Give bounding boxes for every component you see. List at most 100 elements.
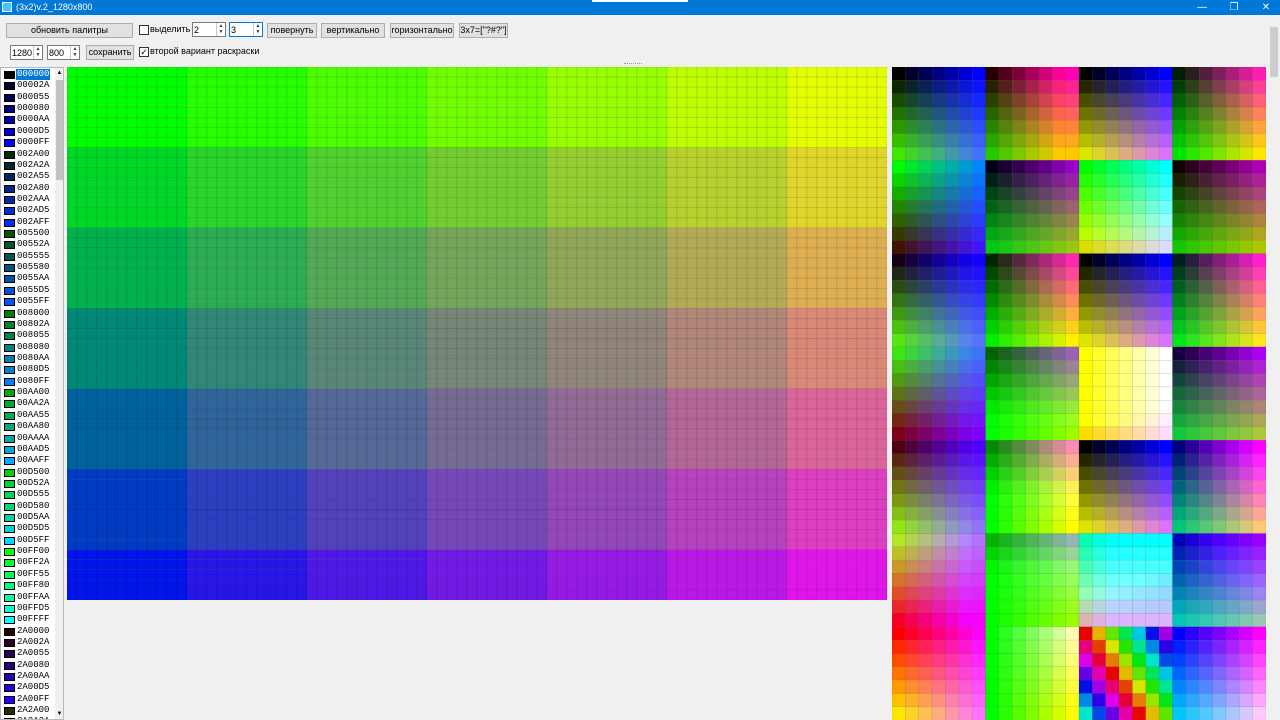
color-cell[interactable] [816, 288, 828, 299]
color-cell[interactable] [456, 559, 468, 571]
color-cell[interactable] [396, 257, 408, 269]
color-cell[interactable] [676, 288, 688, 299]
color-cell[interactable] [686, 117, 698, 128]
color-cell[interactable] [106, 318, 118, 329]
color-cell[interactable] [816, 519, 828, 530]
color-cell[interactable] [266, 298, 278, 309]
color-cell[interactable] [286, 529, 298, 540]
color-cell[interactable] [616, 137, 628, 148]
color-cell[interactable] [226, 257, 238, 269]
color-cell[interactable] [326, 539, 338, 550]
color-cell[interactable] [626, 247, 638, 259]
color-cell[interactable] [406, 348, 418, 359]
color-cell[interactable] [126, 298, 138, 309]
color-cell[interactable] [146, 529, 158, 540]
palette-block-cell[interactable] [1252, 240, 1266, 254]
color-cell[interactable] [506, 147, 518, 158]
color-cell[interactable] [486, 257, 498, 269]
color-cell[interactable] [786, 569, 798, 581]
palette-block-cell[interactable] [918, 133, 933, 148]
palette-block-cell[interactable] [1052, 133, 1066, 148]
color-cell[interactable] [566, 197, 578, 209]
color-cell[interactable] [576, 328, 588, 339]
color-cell[interactable] [826, 127, 838, 138]
color-cell[interactable] [326, 569, 338, 581]
color-cell[interactable] [776, 127, 788, 138]
color-cell[interactable] [716, 469, 728, 480]
color-cell[interactable] [356, 428, 368, 440]
color-cell[interactable] [536, 378, 548, 390]
color-cell[interactable] [116, 549, 128, 561]
color-cell[interactable] [336, 157, 348, 168]
color-cell[interactable] [786, 469, 798, 480]
color-cell[interactable] [796, 579, 808, 591]
color-cell[interactable] [216, 519, 228, 530]
color-cell[interactable] [736, 217, 748, 229]
color-cell[interactable] [326, 177, 338, 188]
color-cell[interactable] [146, 368, 158, 380]
color-cell[interactable] [246, 358, 258, 369]
color-cell[interactable] [656, 529, 668, 540]
color-cell[interactable] [866, 237, 878, 249]
color-cell[interactable] [516, 519, 528, 530]
color-cell[interactable] [496, 589, 508, 600]
palette-block-cell[interactable] [1172, 120, 1187, 134]
color-cell[interactable] [786, 579, 798, 591]
color-cell[interactable] [376, 328, 388, 339]
color-cell[interactable] [806, 318, 818, 329]
color-cell[interactable] [866, 408, 878, 420]
color-cell[interactable] [676, 328, 688, 339]
color-cell[interactable] [216, 288, 228, 299]
color-cell[interactable] [186, 358, 198, 369]
color-cell[interactable] [746, 187, 758, 198]
color-cell[interactable] [786, 479, 798, 490]
color-cell[interactable] [67, 519, 78, 530]
color-cell[interactable] [596, 368, 608, 380]
color-cell[interactable] [696, 247, 708, 259]
color-cell[interactable] [606, 247, 618, 259]
palette-block-cell[interactable] [1239, 133, 1253, 148]
color-cell[interactable] [676, 117, 688, 128]
color-cell[interactable] [196, 117, 208, 128]
color-cell[interactable] [426, 499, 438, 510]
color-cell[interactable] [876, 509, 887, 520]
color-cell[interactable] [396, 67, 408, 78]
color-cell[interactable] [306, 257, 318, 269]
color-cell[interactable] [466, 227, 478, 239]
color-cell[interactable] [636, 589, 648, 600]
color-cell[interactable] [426, 469, 438, 480]
color-cell[interactable] [566, 237, 578, 249]
color-cell[interactable] [596, 167, 608, 178]
color-cell[interactable] [346, 96, 358, 108]
color-cell[interactable] [596, 187, 608, 198]
color-cell[interactable] [716, 408, 728, 420]
color-cell[interactable] [136, 428, 148, 440]
color-cell[interactable] [426, 237, 438, 249]
color-cell[interactable] [776, 76, 788, 88]
color-cell[interactable] [236, 157, 248, 168]
color-cell[interactable] [336, 227, 348, 239]
color-cell[interactable] [286, 247, 298, 259]
color-cell[interactable] [706, 448, 718, 460]
color-cell[interactable] [866, 318, 878, 329]
color-cell[interactable] [166, 167, 178, 178]
color-cell[interactable] [396, 187, 408, 198]
color-cell[interactable] [856, 328, 868, 339]
color-cell[interactable] [446, 529, 458, 540]
color-cell[interactable] [476, 479, 488, 490]
color-cell[interactable] [396, 589, 408, 600]
color-cell[interactable] [556, 509, 568, 520]
color-cell[interactable] [466, 298, 478, 309]
color-cell[interactable] [196, 358, 208, 369]
color-cell[interactable] [236, 489, 248, 500]
color-cell[interactable] [476, 589, 488, 600]
color-cell[interactable] [716, 398, 728, 410]
color-cell[interactable] [646, 187, 658, 198]
color-cell[interactable] [666, 288, 678, 299]
palette-block-cell[interactable] [1011, 93, 1026, 108]
palette-block-cell[interactable] [1078, 93, 1093, 108]
color-cell[interactable] [356, 106, 368, 118]
color-cell[interactable] [86, 438, 98, 450]
color-cell[interactable] [396, 277, 408, 289]
color-cell[interactable] [736, 489, 748, 500]
